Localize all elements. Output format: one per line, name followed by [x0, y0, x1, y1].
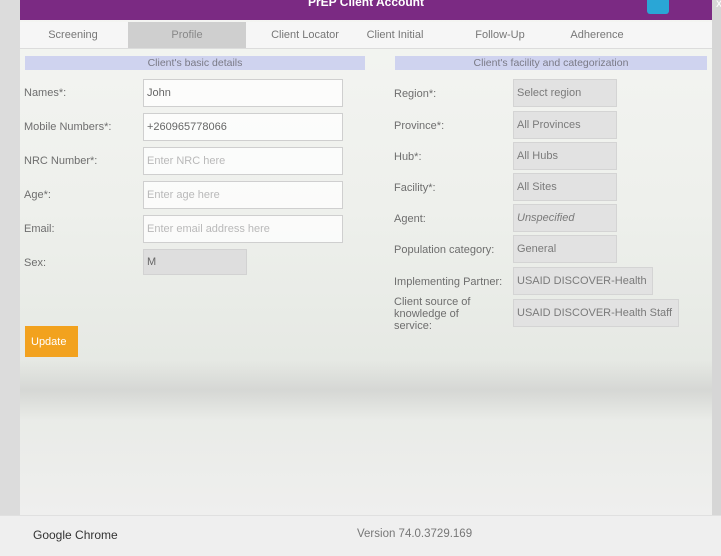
- mobile-numbers-field[interactable]: +260965778066: [143, 113, 343, 141]
- title-bar: PrEP Client Account: [20, 0, 712, 20]
- about-footer: Google Chrome Version 74.0.3729.169: [0, 515, 721, 556]
- close-icon[interactable]: x: [716, 0, 721, 10]
- window-frame-left: [0, 0, 20, 555]
- province-select[interactable]: All Provinces: [513, 111, 617, 139]
- facility-header: Client's facility and categorization: [395, 56, 707, 70]
- age-field[interactable]: Enter age here: [143, 181, 343, 209]
- sex-select[interactable]: M: [143, 249, 247, 275]
- tab-follow-up[interactable]: Follow-Up: [444, 22, 556, 48]
- browser-name: Google Chrome: [33, 528, 118, 542]
- agent-select[interactable]: Unspecified: [513, 204, 617, 232]
- region-label: Region*:: [394, 88, 437, 100]
- implementing-partner-select[interactable]: USAID DISCOVER-Health: [513, 267, 653, 295]
- province-label: Province*:: [394, 120, 445, 132]
- hub-select[interactable]: All Hubs: [513, 142, 617, 170]
- browser-version: Version 74.0.3729.169: [357, 528, 473, 540]
- nrc-number-label: NRC Number*:: [24, 155, 98, 167]
- window-frame-right: [712, 0, 721, 555]
- age-label: Age*:: [24, 189, 51, 201]
- sex-label: Sex:: [24, 257, 47, 269]
- minimize-button[interactable]: [647, 0, 669, 14]
- knowledge-source-label: Client source of knowledge of service:: [394, 296, 471, 332]
- population-category-select[interactable]: General: [513, 235, 617, 263]
- tab-profile[interactable]: Profile: [128, 22, 246, 48]
- knowledge-source-select[interactable]: USAID DISCOVER-Health Staff: [513, 299, 679, 327]
- basic-details-header: Client's basic details: [25, 56, 365, 70]
- facility-select[interactable]: All Sites: [513, 173, 617, 201]
- email-label: Email:: [24, 223, 55, 235]
- window-title: PrEP Client Account: [307, 0, 425, 9]
- tab-bar: Screening Profile Client Locator Client …: [20, 22, 712, 49]
- email-field[interactable]: Enter email address here: [143, 215, 343, 243]
- mobile-numbers-label: Mobile Numbers*:: [24, 121, 112, 133]
- implementing-partner-label: Implementing Partner:: [394, 276, 503, 288]
- tab-client-initial[interactable]: Client Initial: [340, 22, 450, 48]
- names-field[interactable]: John: [143, 79, 343, 107]
- hub-label: Hub*:: [394, 151, 422, 163]
- agent-label: Agent:: [394, 213, 426, 225]
- nrc-number-field[interactable]: Enter NRC here: [143, 147, 343, 175]
- region-select[interactable]: Select region: [513, 79, 617, 107]
- tab-screening[interactable]: Screening: [20, 22, 126, 48]
- names-label: Names*:: [24, 87, 67, 99]
- tab-adherence[interactable]: Adherence: [542, 22, 652, 48]
- client-account-window: PrEP Client Account Screening Profile Cl…: [20, 0, 712, 515]
- facility-label: Facility*:: [394, 182, 436, 194]
- update-button[interactable]: Update: [25, 326, 78, 357]
- population-category-label: Population category:: [394, 244, 495, 256]
